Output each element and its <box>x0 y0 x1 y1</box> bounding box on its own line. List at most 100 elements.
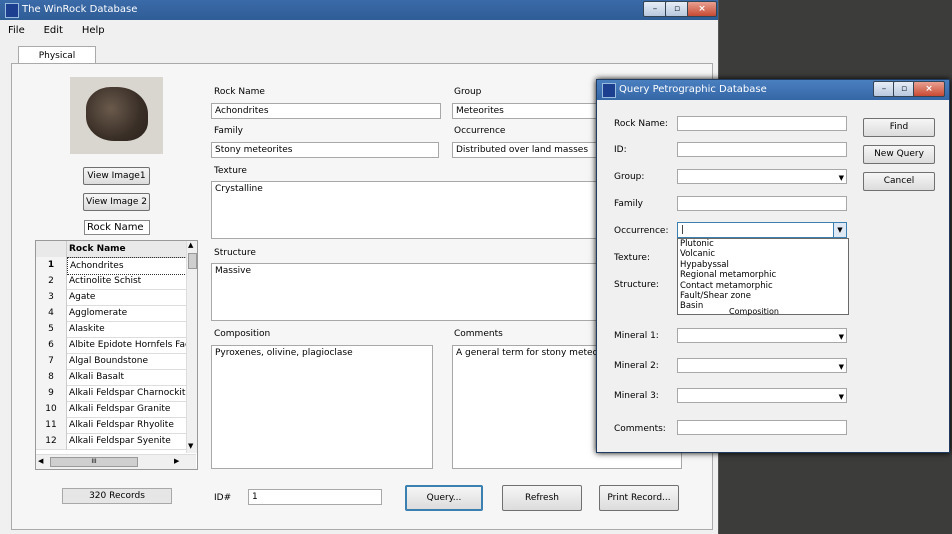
grid-horizontal-scrollbar[interactable]: ◀ III ▶ <box>36 454 196 469</box>
table-row[interactable]: 7 Algal Boundstone <box>36 353 196 370</box>
table-row[interactable]: 9 Alkali Feldspar Charnockite <box>36 385 196 402</box>
chevron-down-icon[interactable]: ▼ <box>833 223 846 237</box>
q-mineral3-select[interactable]: ▼ <box>677 388 847 403</box>
family-field[interactable]: Stony meteorites <box>211 142 439 158</box>
dialog-app-icon <box>602 83 616 98</box>
row-number: 8 <box>36 369 67 386</box>
texture-field[interactable]: Crystalline <box>211 181 598 239</box>
rock-name-field[interactable]: Achondrites <box>211 103 441 119</box>
occurrence-option[interactable]: Plutonic <box>678 239 848 249</box>
print-record-button[interactable]: Print Record... <box>599 485 679 511</box>
rock-image <box>70 77 163 154</box>
table-row[interactable]: 4 Agglomerate <box>36 305 196 322</box>
new-query-button[interactable]: New Query <box>863 145 935 164</box>
scroll-up-icon[interactable]: ▲ <box>188 241 193 249</box>
table-row[interactable]: 8 Alkali Basalt <box>36 369 196 386</box>
chevron-down-icon: ▼ <box>838 363 844 371</box>
rock-grid: Rock Name 1 Achondrites 2 Actinolite Schist… <box>35 240 198 470</box>
row-number: 6 <box>36 337 67 354</box>
rock-name-cell[interactable]: Alkali Feldspar Rhyolite <box>67 417 187 434</box>
table-row[interactable]: 5 Alaskite <box>36 321 196 338</box>
row-number: 10 <box>36 401 67 418</box>
menu-file[interactable]: File <box>0 22 33 39</box>
rock-name-cell[interactable]: Agate <box>67 289 187 306</box>
occurrence-field[interactable]: Distributed over land masses <box>452 142 598 158</box>
dialog-title: Query Petrographic Database <box>619 84 767 95</box>
grid-header-rock-name[interactable]: Rock Name <box>67 241 187 258</box>
rock-name-cell[interactable]: Actinolite Schist <box>67 273 187 290</box>
dialog-minimize-icon[interactable]: – <box>873 81 895 97</box>
structure-label: Structure <box>214 248 256 258</box>
q-family-input[interactable] <box>677 196 847 211</box>
occurrence-option[interactable]: Volcanic <box>678 249 848 259</box>
q-rock-name-label: Rock Name: <box>614 119 668 129</box>
scroll-thumb-vertical[interactable] <box>188 253 197 269</box>
id-field[interactable]: 1 <box>248 489 382 505</box>
rock-name-cell[interactable]: Alkali Feldspar Syenite <box>67 433 187 450</box>
dialog-close-icon[interactable]: × <box>913 81 945 97</box>
rock-shape <box>86 87 148 141</box>
dialog-maximize-icon[interactable]: ▫ <box>893 81 915 97</box>
rock-name-cell[interactable]: Alkali Feldspar Charnockite <box>67 385 187 402</box>
q-mineral1-label: Mineral 1: <box>614 331 659 341</box>
view-image1-button[interactable]: View Image1 <box>83 167 150 185</box>
occurrence-option[interactable]: Hypabyssal <box>678 260 848 270</box>
menu-edit[interactable]: Edit <box>36 22 71 39</box>
composition-label: Composition <box>214 329 271 339</box>
scroll-down-icon[interactable]: ▼ <box>188 442 193 450</box>
composition-field[interactable]: Pyroxenes, olivine, plagioclase <box>211 345 433 469</box>
q-group-label: Group: <box>614 172 645 182</box>
main-titlebar[interactable]: The WinRock Database – ▫ × <box>0 0 718 20</box>
find-button[interactable]: Find <box>863 118 935 137</box>
view-image2-button[interactable]: View Image 2 <box>83 193 150 211</box>
occurrence-option[interactable]: Fault/Shear zone <box>678 291 848 301</box>
minimize-icon[interactable]: – <box>643 1 667 17</box>
occurrence-option[interactable]: Regional metamorphic <box>678 270 848 280</box>
rock-name-cell[interactable]: Albite Epidote Hornfels Facies <box>67 337 187 354</box>
q-comments-input[interactable] <box>677 420 847 435</box>
table-row[interactable]: 10 Alkali Feldspar Granite <box>36 401 196 418</box>
row-number: 1 <box>36 257 67 274</box>
row-number: 9 <box>36 385 67 402</box>
scroll-right-icon[interactable]: ▶ <box>174 457 179 465</box>
dialog-titlebar[interactable]: Query Petrographic Database – ▫ × <box>597 80 949 100</box>
row-number: 11 <box>36 417 67 434</box>
query-button[interactable]: Query... <box>405 485 483 511</box>
q-id-input[interactable] <box>677 142 847 157</box>
q-mineral1-select[interactable]: ▼ <box>677 328 847 343</box>
scroll-thumb-horizontal[interactable]: III <box>50 457 138 467</box>
table-row[interactable]: 1 Achondrites <box>36 257 196 275</box>
q-id-label: ID: <box>614 145 627 155</box>
q-rock-name-input[interactable] <box>677 116 847 131</box>
rock-name-cell[interactable]: Algal Boundstone <box>67 353 187 370</box>
grid-vertical-scrollbar[interactable]: ▲ ▼ <box>186 241 197 453</box>
table-row[interactable]: 11 Alkali Feldspar Rhyolite <box>36 417 196 434</box>
cancel-button[interactable]: Cancel <box>863 172 935 191</box>
table-row[interactable]: 6Albite Epidote Hornfels Facies <box>36 337 196 354</box>
group-field[interactable]: Meteorites <box>452 103 598 119</box>
chevron-down-icon: ▼ <box>838 393 844 401</box>
scroll-left-icon[interactable]: ◀ <box>38 457 43 465</box>
row-number: 3 <box>36 289 67 306</box>
q-family-label: Family <box>614 199 643 209</box>
rock-name-cell[interactable]: Alkali Feldspar Granite <box>67 401 187 418</box>
table-row[interactable]: 2 Actinolite Schist <box>36 273 196 290</box>
q-mineral2-select[interactable]: ▼ <box>677 358 847 373</box>
maximize-icon[interactable]: ▫ <box>665 1 689 17</box>
q-occurrence-select[interactable]: | ▼ <box>677 222 847 238</box>
refresh-button[interactable]: Refresh <box>502 485 582 511</box>
rock-name-cell[interactable]: Agglomerate <box>67 305 187 322</box>
rock-name-label: Rock Name <box>214 87 265 97</box>
menu-help[interactable]: Help <box>74 22 113 39</box>
table-row[interactable]: 3 Agate <box>36 289 196 306</box>
table-row[interactable]: 12 Alkali Feldspar Syenite <box>36 433 196 450</box>
rock-name-cell[interactable]: Alkali Basalt <box>67 369 187 386</box>
structure-field[interactable]: Massive <box>211 263 598 321</box>
occurrence-option[interactable]: Contact metamorphic <box>678 281 848 291</box>
rock-name-cell[interactable]: Alaskite <box>67 321 187 338</box>
row-number: 4 <box>36 305 67 322</box>
chevron-down-icon: ▼ <box>838 174 844 182</box>
q-group-select[interactable]: ▼ <box>677 169 847 184</box>
texture-label: Texture <box>214 166 247 176</box>
close-icon[interactable]: × <box>687 1 717 17</box>
